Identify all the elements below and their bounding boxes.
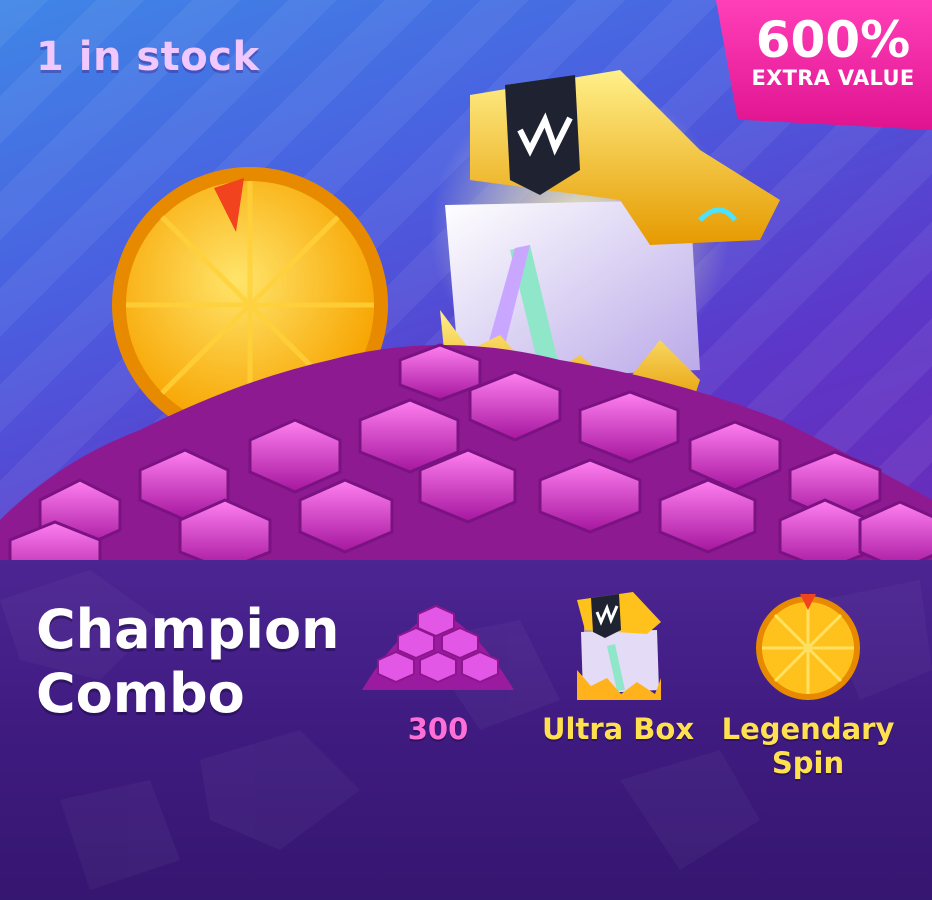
badge-label: EXTRA VALUE [751,66,915,90]
bundle-details-panel: Champion Combo 300 Ultra Box Legendary S… [0,560,932,900]
bundle-title: Champion Combo [36,598,340,725]
ultra-box-icon [577,592,661,700]
reward-gems-label: 300 [407,712,469,746]
gem-pile-icon [362,604,514,690]
offer-hero-art: 1 in stock 600% EXTRA VALUE [0,0,932,560]
badge-percent: 600% [755,11,911,69]
extra-value-badge: 600% EXTRA VALUE [716,0,932,130]
reward-legendary-spin-label: Legendary Spin [721,712,895,780]
reward-ultra-box-label: Ultra Box [541,712,695,746]
reward-gems: 300 [350,590,526,746]
reward-legendary-spin: Legendary Spin [708,590,908,780]
stock-count: 1 in stock [36,34,260,80]
offer-card[interactable]: 1 in stock 600% EXTRA VALUE Champion Com… [0,0,932,900]
reward-ultra-box: Ultra Box [528,590,708,746]
legendary-spin-wheel-icon [756,594,860,700]
